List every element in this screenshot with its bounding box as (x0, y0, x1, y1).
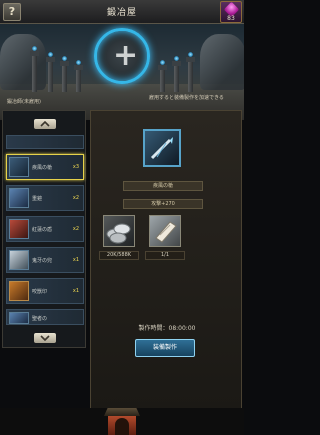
forge-scene: + 鍛冶師(未雇用) 雇用すると装備製作を加速できる (0, 24, 244, 120)
selected-item-frame (143, 129, 181, 167)
item-list: 疾風の槍 x3 重鎧 x2 紅蓮の盾 x2 鬼牙の兜 x1 咬獣印 x1 聖者の (6, 135, 84, 330)
item-name: 咬獣印 (32, 289, 48, 295)
gate-door (115, 418, 129, 435)
torch-pillar (30, 46, 39, 92)
city-gate-button[interactable] (104, 408, 140, 435)
material-amount: 1/1 (145, 251, 185, 260)
list-item[interactable] (6, 135, 84, 149)
spear-icon (150, 137, 173, 160)
item-count: x3 (72, 164, 79, 170)
material-slot[interactable] (149, 215, 181, 247)
torch-pillar (158, 60, 167, 92)
gem-counter[interactable]: 83 (220, 1, 242, 23)
scroll-down-button[interactable] (34, 333, 56, 343)
hire-hint-text: 雇用すると装備製作を加速できる (149, 95, 224, 101)
gem-count: 83 (227, 15, 235, 22)
torch-pillar (46, 52, 55, 92)
torch-pillar (60, 56, 69, 92)
torch-pillar (172, 56, 181, 92)
item-stat-label: 攻撃+270 (123, 199, 203, 209)
bottom-bar (0, 408, 244, 435)
helmet-icon (9, 250, 29, 270)
boots-icon (9, 312, 29, 324)
list-item[interactable]: 聖者の (6, 309, 84, 325)
left-statue (0, 34, 46, 90)
scroll-icon (155, 221, 177, 243)
item-name: 紅蓮の盾 (32, 227, 53, 233)
chevron-down-icon (40, 335, 50, 341)
craft-button[interactable]: 装備製作 (135, 339, 195, 357)
gate-roof (104, 408, 140, 416)
list-item[interactable]: 咬獣印 x1 (6, 278, 84, 304)
material-amount: 20K/588K (99, 251, 139, 260)
emblem-icon (9, 281, 29, 301)
hire-smith-slot[interactable]: + (94, 28, 150, 84)
right-statue (200, 34, 244, 90)
help-button[interactable]: ? (3, 3, 21, 21)
item-count: x2 (72, 226, 79, 232)
list-item[interactable]: 紅蓮の盾 x2 (6, 216, 84, 242)
list-item[interactable]: 疾風の槍 x3 (6, 154, 84, 180)
craft-time: 製作時間：08:00:00 (138, 325, 196, 332)
item-name: 疾風の槍 (32, 165, 53, 171)
item-name: 鬼牙の兜 (32, 258, 53, 264)
chevron-up-icon (40, 121, 50, 127)
smith-status-text: 鍛冶師(未雇用) (7, 99, 41, 105)
spear-icon (9, 157, 29, 177)
shield-icon (9, 219, 29, 239)
item-count: x1 (72, 257, 79, 263)
item-count: x2 (72, 195, 79, 201)
item-name: 重鎧 (32, 196, 43, 202)
list-item[interactable]: 鬼牙の兜 x1 (6, 247, 84, 273)
item-name-label: 疾風の槍 (123, 181, 203, 191)
scroll-up-button[interactable] (34, 119, 56, 129)
coins-icon (106, 223, 131, 244)
page-title: 鍛冶屋 (106, 8, 137, 18)
item-count: x1 (72, 288, 79, 294)
armor-icon (9, 188, 29, 208)
plus-icon: + (113, 38, 139, 73)
craft-detail-panel: 疾風の槍 攻撃+270 20K/588K 1/1 製作時間：08:00:00 装… (90, 110, 242, 410)
torch-pillar (74, 60, 83, 92)
list-item[interactable]: 重鎧 x2 (6, 185, 84, 211)
item-name: 聖者の (32, 316, 48, 322)
top-bar: ? 鍛冶屋 83 (0, 0, 244, 24)
material-slot[interactable] (103, 215, 135, 247)
torch-pillar (186, 52, 195, 92)
equipment-list: 疾風の槍 x3 重鎧 x2 紅蓮の盾 x2 鬼牙の兜 x1 咬獣印 x1 聖者の (2, 110, 86, 348)
